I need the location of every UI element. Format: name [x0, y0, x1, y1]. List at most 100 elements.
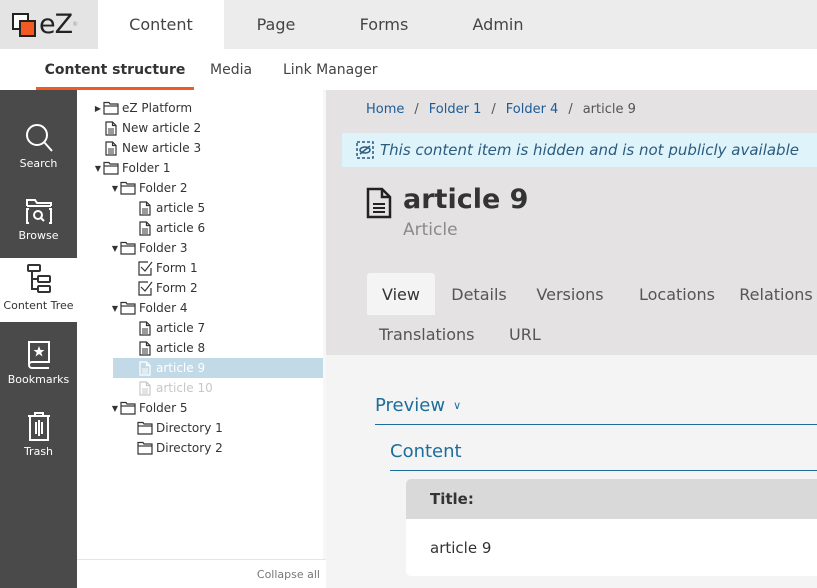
tree-item-label: New article 3 [122, 141, 202, 155]
tree-item[interactable]: article 10 [113, 378, 324, 398]
article-icon [137, 200, 153, 216]
folder-icon [137, 420, 153, 436]
collapse-toggle-icon[interactable]: ▼ [110, 404, 120, 413]
field-label: Title: [406, 479, 817, 519]
subtab-link-manager[interactable]: Link Manager [283, 49, 378, 90]
tab-label: URL [509, 324, 541, 344]
preview-toggle[interactable]: Preview ∨ [375, 395, 461, 416]
tree-item[interactable]: article 9 [113, 358, 324, 378]
tree-item-label: article 6 [156, 221, 206, 235]
subtab-label: Link Manager [283, 61, 378, 78]
folder-icon [120, 400, 136, 416]
content-divider [390, 470, 817, 471]
sidebar-item-label: Trash [23, 445, 54, 458]
content-tree-icon [26, 264, 51, 293]
registered-mark: ® [72, 21, 79, 28]
collapse-toggle-icon[interactable]: ▼ [110, 184, 120, 193]
breadcrumb: Home / Folder 1 / Folder 4 / article 9 [366, 102, 636, 117]
top-tab-label: Page [256, 15, 296, 34]
tree-item[interactable]: ▼ Folder 3 [110, 238, 188, 258]
top-tab-forms[interactable]: Forms [328, 0, 440, 49]
field-value: article 9 [430, 538, 492, 557]
bookmark-icon [27, 341, 50, 369]
breadcrumb-separator: / [568, 102, 573, 117]
ez-logo[interactable]: eZ ® [0, 0, 98, 49]
tree-item[interactable]: article 6 [127, 218, 205, 238]
folder-icon [120, 180, 136, 196]
tree-item-label: New article 2 [122, 121, 202, 135]
sidebar-item-bookmarks[interactable]: Bookmarks [0, 334, 77, 398]
top-tab-admin[interactable]: Admin [440, 0, 556, 49]
sidebar-item-browse[interactable]: Browse [0, 190, 77, 254]
tree-item-label: article 9 [156, 361, 206, 375]
sidebar-item-label: Search [19, 157, 58, 170]
collapse-all-button[interactable]: Collapse all [257, 568, 320, 581]
tree-item[interactable]: article 8 [127, 338, 205, 358]
breadcrumb-separator: / [491, 102, 496, 117]
tree-item[interactable]: New article 3 [93, 138, 201, 158]
collapse-toggle-icon[interactable]: ▼ [110, 304, 120, 313]
form-icon [137, 260, 153, 276]
tree-item[interactable]: ▼ Folder 1 [93, 158, 171, 178]
tree-footer: Collapse all [77, 559, 326, 588]
tree-item[interactable]: ▼ Folder 5 [110, 398, 188, 418]
preview-label: Preview [375, 395, 446, 416]
tree-item[interactable]: New article 2 [93, 118, 201, 138]
folder-icon [120, 240, 136, 256]
article-icon [103, 140, 119, 156]
sidebar-item-label: Browse [18, 229, 59, 242]
folder-icon [103, 160, 119, 176]
tree-item[interactable]: Form 2 [127, 278, 198, 298]
tree-item[interactable]: article 5 [127, 198, 205, 218]
subtab-content-structure[interactable]: Content structure [36, 49, 194, 90]
top-tab-content[interactable]: Content [98, 0, 224, 49]
tab-label: Locations [638, 284, 715, 304]
tab-url[interactable]: URL [509, 313, 543, 355]
tree-item-label: article 10 [156, 381, 213, 395]
tab-locations[interactable]: Locations [629, 273, 725, 315]
preview-divider [375, 424, 817, 425]
breadcrumb-home[interactable]: Home [366, 102, 404, 117]
tab-label: View [382, 284, 420, 304]
left-sidebar: Search Browse Content Tree Bookmarks Tra… [0, 90, 77, 588]
collapse-toggle-icon[interactable]: ▼ [110, 244, 120, 253]
tree-item[interactable]: ▼ Folder 2 [110, 178, 188, 198]
breadcrumb-current: article 9 [582, 102, 636, 117]
sidebar-item-content-tree[interactable]: Content Tree [0, 258, 77, 322]
tree-item[interactable]: Directory 2 [127, 438, 223, 458]
folder-icon [137, 440, 153, 456]
tree-item[interactable]: ▶ eZ Platform [93, 98, 192, 118]
tab-translations[interactable]: Translations [379, 313, 479, 355]
sidebar-item-trash[interactable]: Trash [0, 406, 77, 470]
tree-item-label: Directory 2 [156, 441, 223, 455]
expand-toggle-icon[interactable]: ▶ [93, 104, 103, 113]
top-tab-page[interactable]: Page [224, 0, 328, 49]
article-icon [137, 360, 153, 376]
top-tab-label: Content [129, 15, 193, 34]
tree-item[interactable]: ▼ Folder 4 [110, 298, 188, 318]
sidebar-item-search[interactable]: Search [0, 118, 77, 182]
article-icon [366, 187, 392, 219]
subtab-media[interactable]: Media [210, 49, 252, 90]
tab-label: Relations [739, 284, 813, 304]
tree-item-label: article 8 [156, 341, 206, 355]
tree-item[interactable]: Form 1 [127, 258, 198, 278]
breadcrumb-folder-1[interactable]: Folder 1 [429, 102, 482, 117]
main-content: Home / Folder 1 / Folder 4 / article 9 T… [326, 90, 817, 588]
top-bar: eZ ® Content Page Forms Admin [0, 0, 817, 49]
tab-label: Translations [379, 324, 475, 344]
tree-item[interactable]: article 7 [127, 318, 205, 338]
tab-view[interactable]: View [367, 273, 435, 315]
article-icon [137, 380, 153, 396]
logo-text: eZ [39, 9, 73, 40]
tab-details[interactable]: Details [445, 273, 513, 315]
hidden-eye-icon [356, 141, 374, 159]
tree-item[interactable]: Directory 1 [127, 418, 223, 438]
content-type-label: Article [403, 220, 458, 240]
tab-relations[interactable]: Relations [736, 273, 816, 315]
breadcrumb-folder-4[interactable]: Folder 4 [506, 102, 559, 117]
collapse-toggle-icon[interactable]: ▼ [93, 164, 103, 173]
tab-versions[interactable]: Versions [529, 273, 611, 315]
tree-item-label: Folder 5 [139, 401, 188, 415]
sidebar-item-label: Bookmarks [7, 373, 70, 386]
